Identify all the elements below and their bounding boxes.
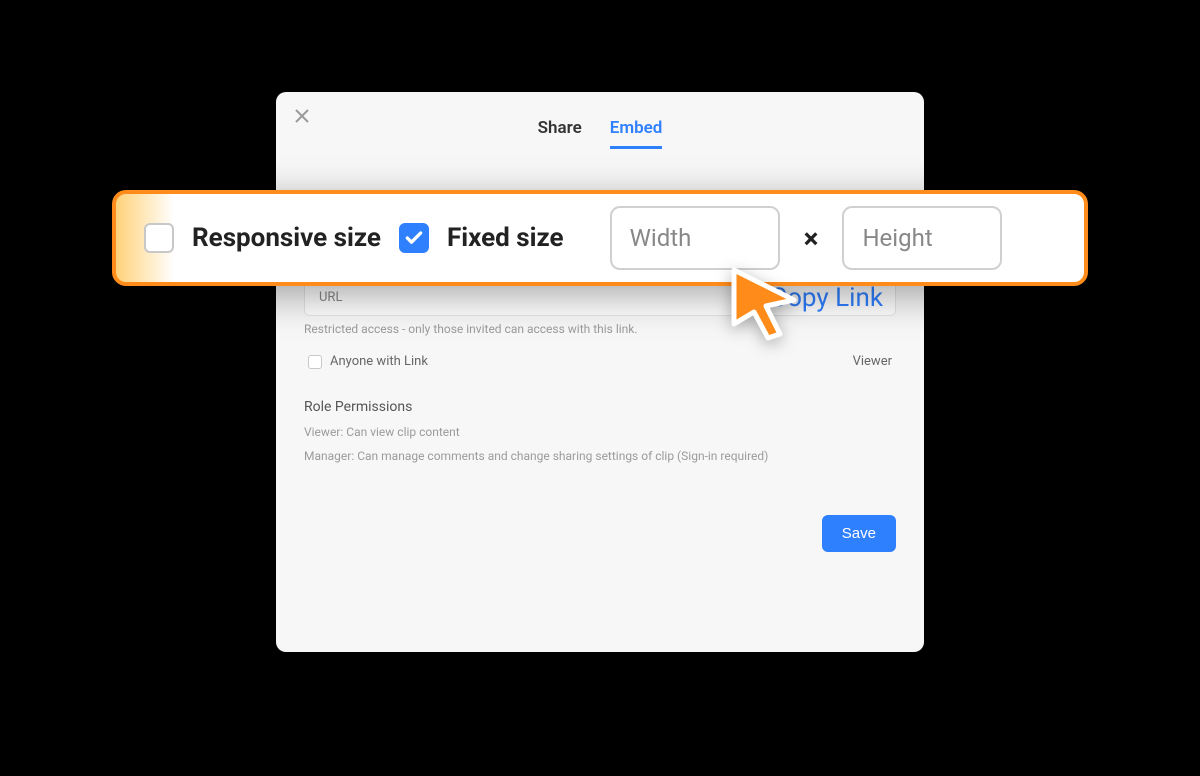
multiply-icon: ×	[798, 222, 825, 255]
anyone-with-link-row: Anyone with Link Viewer	[304, 354, 896, 369]
restricted-note: Restricted access - only those invited c…	[304, 322, 896, 336]
size-options-bar: Responsive size Fixed size Width × Heigh…	[112, 190, 1088, 286]
close-icon	[295, 109, 309, 123]
close-button[interactable]	[292, 106, 312, 126]
check-icon	[404, 228, 424, 248]
cursor-icon	[724, 264, 804, 344]
anyone-role-select[interactable]: Viewer	[853, 354, 892, 369]
responsive-size-checkbox[interactable]	[144, 223, 174, 253]
height-input[interactable]: Height	[842, 206, 1002, 270]
fixed-size-label: Fixed size	[447, 223, 564, 253]
tabs: Share Embed	[304, 118, 896, 149]
anyone-label: Anyone with Link	[330, 354, 428, 369]
fixed-size-checkbox[interactable]	[399, 223, 429, 253]
responsive-size-label: Responsive size	[192, 223, 381, 253]
share-embed-modal: Share Embed URL Copy Link Restricted acc…	[276, 92, 924, 652]
width-input[interactable]: Width	[610, 206, 780, 270]
role-permissions-viewer: Viewer: Can view clip content	[304, 425, 896, 439]
tab-share[interactable]: Share	[538, 118, 582, 149]
role-permissions-manager: Manager: Can manage comments and change …	[304, 449, 896, 463]
tab-embed[interactable]: Embed	[610, 118, 663, 149]
anyone-checkbox[interactable]	[308, 355, 322, 369]
role-permissions-title: Role Permissions	[304, 399, 896, 415]
save-button[interactable]: Save	[822, 515, 896, 552]
